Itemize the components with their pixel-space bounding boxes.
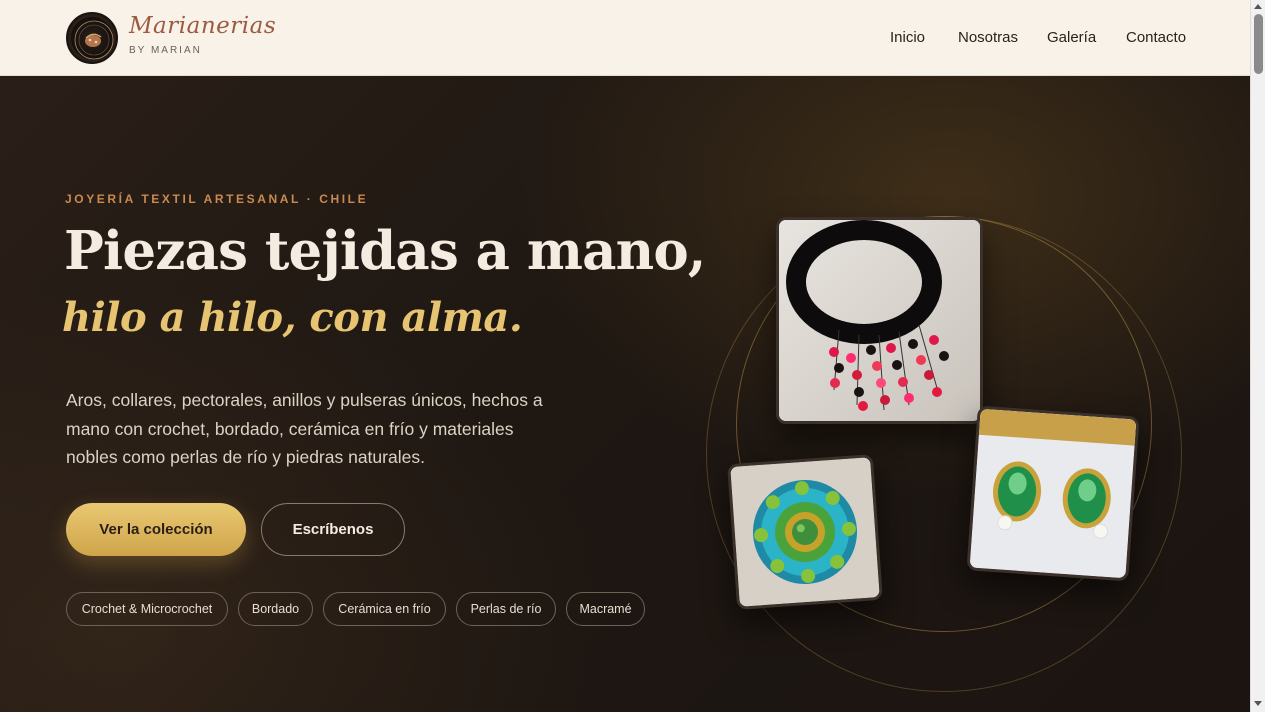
hero-title: Piezas tejidas a mano,: [64, 220, 706, 282]
nav-link-inicio[interactable]: Inicio: [890, 29, 925, 46]
hero-description: Aros, collares, pectorales, anillos y pu…: [66, 390, 543, 467]
scroll-up-arrow-icon[interactable]: [1254, 4, 1262, 9]
chip-bordado: Bordado: [238, 592, 313, 626]
chip-crochet: Crochet & Microcrochet: [66, 592, 228, 626]
nav-link-contacto[interactable]: Contacto: [1126, 29, 1186, 46]
write-us-button[interactable]: Escríbenos: [261, 503, 405, 556]
view-collection-button[interactable]: Ver la colección: [66, 503, 246, 556]
page-scrollbar[interactable]: [1250, 0, 1265, 712]
hero-title-accent: hilo a hilo, con alma.: [62, 294, 523, 341]
scroll-thumb[interactable]: [1254, 14, 1263, 74]
chip-macrame: Macramé: [566, 592, 645, 626]
site-header: Marianerias BY MARIAN Inicio Nosotras Ga…: [0, 0, 1250, 76]
nav-link-galeria[interactable]: Galería: [1047, 29, 1096, 46]
beaded-ring-photo[interactable]: [727, 454, 883, 610]
chip-perlas: Perlas de río: [456, 592, 556, 626]
nav-link-nosotras[interactable]: Nosotras: [958, 29, 1018, 46]
hero-section: JOYERÍA TEXTIL ARTESANAL · CHILE Piezas …: [0, 76, 1250, 712]
technique-chips: Crochet & Microcrochet Bordado Cerámica …: [66, 592, 666, 626]
scroll-down-arrow-icon[interactable]: [1254, 701, 1262, 706]
earrings-photo[interactable]: [966, 405, 1140, 582]
main-nav: Inicio Nosotras Galería Contacto: [0, 29, 1250, 49]
chip-ceramica: Cerámica en frío: [323, 592, 446, 626]
hero-eyebrow: JOYERÍA TEXTIL ARTESANAL · CHILE: [65, 192, 369, 206]
necklace-photo[interactable]: [776, 217, 983, 424]
